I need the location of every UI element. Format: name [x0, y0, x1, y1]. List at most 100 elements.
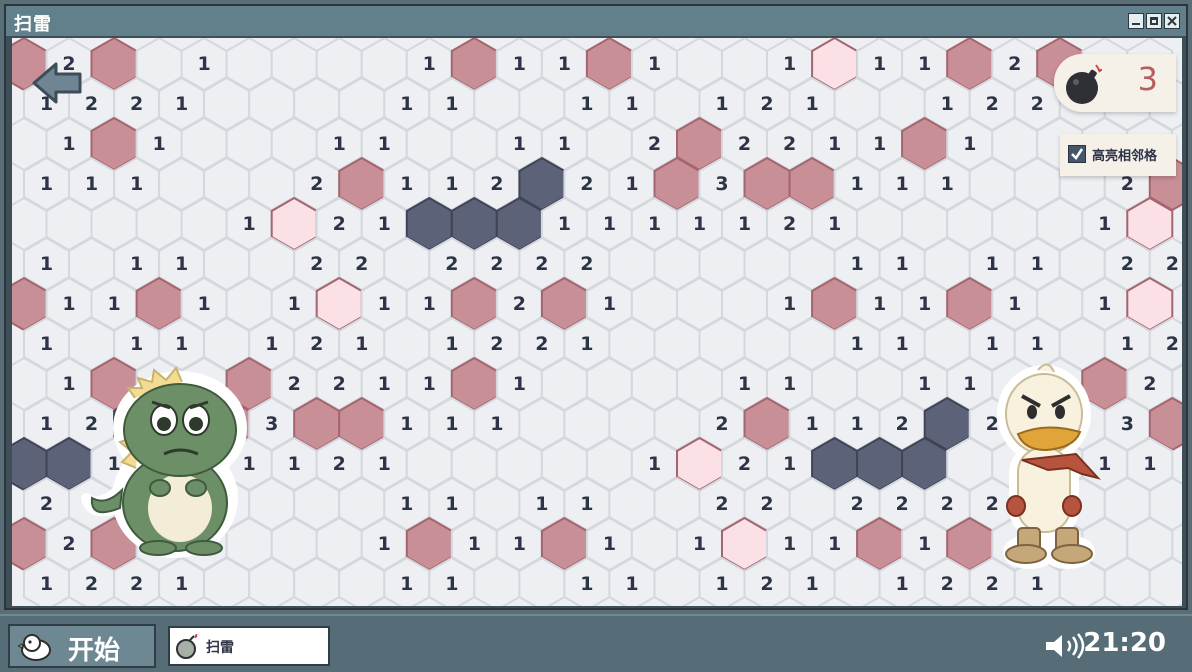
duck-character: [997, 363, 1101, 569]
cell-number: 1: [986, 333, 999, 355]
cell-number: 2: [986, 573, 999, 595]
cell-number: 1: [941, 93, 954, 115]
minimize-button[interactable]: [1128, 13, 1144, 29]
cell-number: 1: [850, 333, 863, 355]
cell-number: 1: [1121, 333, 1134, 355]
cell-number: 1: [625, 573, 638, 595]
cell-number: 1: [648, 213, 661, 235]
highlight-label: 高亮相邻格: [1092, 149, 1158, 164]
cell-number: 2: [1166, 333, 1179, 355]
cell-number: 1: [175, 93, 188, 115]
cell-number: 2: [760, 573, 773, 595]
cell-number: 3: [265, 413, 278, 435]
cell-number: 1: [1031, 333, 1044, 355]
cell-number: 1: [783, 293, 796, 315]
cell-number: 1: [130, 173, 143, 195]
taskbar-item-minesweeper[interactable]: 扫雷: [168, 626, 330, 666]
cell-number: 1: [580, 493, 593, 515]
cell-number: 2: [333, 213, 346, 235]
cell-number: 2: [760, 493, 773, 515]
cell-number: 1: [423, 373, 436, 395]
cell-number: 1: [896, 333, 909, 355]
cell-number: 1: [175, 573, 188, 595]
cell-number: 1: [850, 253, 863, 275]
cell-number: 1: [941, 173, 954, 195]
cell-number: 2: [715, 413, 728, 435]
cell-number: 1: [805, 93, 818, 115]
cell-number: 2: [715, 493, 728, 515]
cell-number: 2: [941, 573, 954, 595]
cell-number: 1: [175, 253, 188, 275]
highlight-checkbox[interactable]: [1068, 145, 1086, 163]
speaker-icon[interactable]: [1044, 632, 1088, 660]
cell-number: 1: [198, 293, 211, 315]
cell-number: 2: [738, 453, 751, 475]
cell-number: 2: [1121, 253, 1134, 275]
cell-number: 2: [760, 93, 773, 115]
cell-number: 1: [107, 293, 120, 315]
cell-number: 1: [62, 293, 75, 315]
maximize-icon: [1150, 17, 1158, 25]
cell-number: 1: [918, 293, 931, 315]
cell-number: 1: [130, 253, 143, 275]
cell-number: 1: [535, 493, 548, 515]
cell-number: 1: [378, 293, 391, 315]
cell-number: 1: [1098, 213, 1111, 235]
title-bar[interactable]: 扫雷: [6, 6, 1186, 36]
cell-number: 1: [445, 333, 458, 355]
taskbar: 开始 扫雷 21:20: [0, 614, 1192, 672]
cell-number: 1: [1143, 453, 1156, 475]
cell-number: 1: [40, 413, 53, 435]
cell-number: 2: [333, 453, 346, 475]
cell-number: 1: [85, 173, 98, 195]
cell-number: 1: [873, 293, 886, 315]
cell-number: 2: [40, 493, 53, 515]
cell-number: 1: [918, 373, 931, 395]
cell-number: 1: [288, 453, 301, 475]
window-controls: [1128, 13, 1180, 29]
cell-number: 1: [513, 533, 526, 555]
cell-number: 3: [715, 173, 728, 195]
cell-number: 1: [1098, 293, 1111, 315]
cell-number: 1: [693, 213, 706, 235]
cell-number: 1: [400, 573, 413, 595]
cell-number: 2: [1121, 173, 1134, 195]
cell-number: 1: [175, 333, 188, 355]
maximize-button[interactable]: [1146, 13, 1162, 29]
back-button[interactable]: [28, 58, 88, 108]
cell-number: 2: [310, 253, 323, 275]
cell-number: 1: [828, 213, 841, 235]
cell-number: 1: [603, 533, 616, 555]
cell-number: 2: [580, 173, 593, 195]
cell-number: 1: [850, 173, 863, 195]
cell-number: 1: [986, 253, 999, 275]
cell-number: 1: [918, 533, 931, 555]
cell-number: 1: [648, 453, 661, 475]
start-button[interactable]: 开始: [8, 624, 156, 668]
cell-number: 1: [625, 93, 638, 115]
close-icon: [1167, 16, 1177, 26]
cell-number: 1: [40, 253, 53, 275]
cell-number: 2: [896, 413, 909, 435]
cell-number: 2: [130, 573, 143, 595]
cell-number: 2: [85, 573, 98, 595]
bomb-icon: [1066, 64, 1102, 104]
back-arrow-icon: [32, 62, 82, 104]
cell-number: 1: [62, 373, 75, 395]
cell-number: 2: [513, 293, 526, 315]
cell-number: 1: [580, 573, 593, 595]
close-button[interactable]: [1164, 13, 1180, 29]
cell-number: 2: [738, 133, 751, 155]
cell-number: 1: [423, 293, 436, 315]
cell-number: 1: [805, 413, 818, 435]
cell-number: 1: [850, 413, 863, 435]
cell-number: 2: [1008, 53, 1021, 75]
cell-number: 2: [535, 253, 548, 275]
cell-number: 1: [738, 373, 751, 395]
cell-number: 2: [1031, 93, 1044, 115]
cell-number: 1: [400, 93, 413, 115]
cell-number: 2: [535, 333, 548, 355]
cell-number: 1: [896, 173, 909, 195]
cell-number: 1: [738, 213, 751, 235]
highlight-option: 高亮相邻格: [1060, 134, 1176, 176]
